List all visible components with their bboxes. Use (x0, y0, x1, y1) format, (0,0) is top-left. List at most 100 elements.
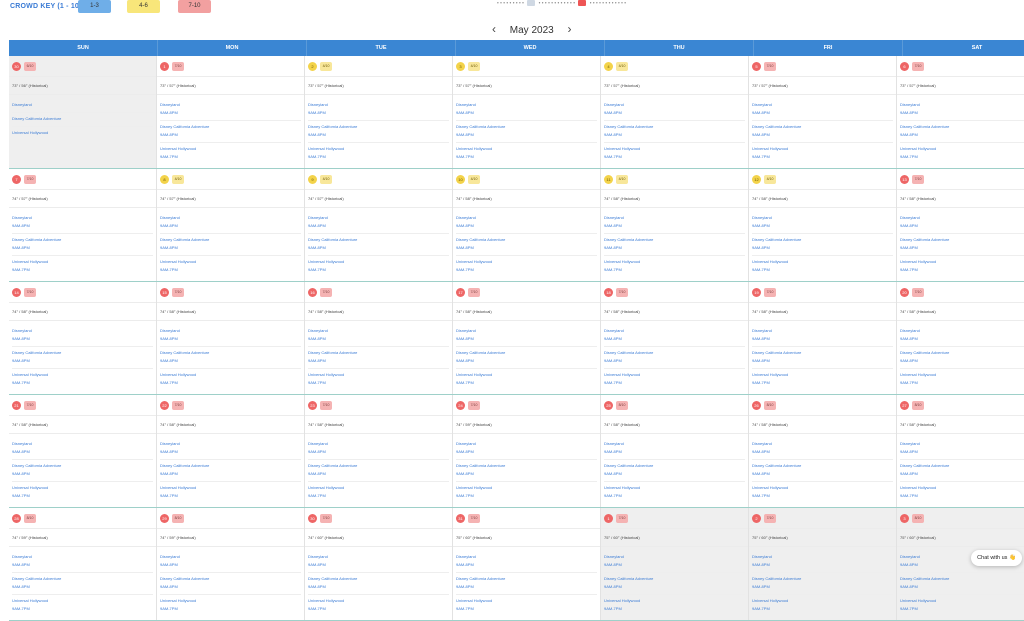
park-name-link[interactable]: Disney California Adventure (752, 575, 893, 583)
calendar-day[interactable]: 16 7/10 74° / 58° (Historical) Disneyland 9A… (305, 282, 453, 394)
park-name-link[interactable]: Disney California Adventure (456, 123, 597, 131)
chat-button[interactable]: Chat with us 👋 (971, 550, 1022, 566)
park-name-link[interactable]: Universal Hollywood (900, 484, 1024, 492)
park-name-link[interactable]: Universal Hollywood (604, 597, 745, 605)
park-name-link[interactable]: Universal Hollywood (12, 484, 153, 492)
park-name-link[interactable]: Universal Hollywood (604, 145, 745, 153)
calendar-day[interactable]: 3 4/10 73° / 57° (Historical) Disneyland 9AM… (453, 56, 601, 168)
park-name-link[interactable]: Disney California Adventure (604, 462, 745, 470)
park-name-link[interactable]: Universal Hollywood (752, 258, 893, 266)
park-name-link[interactable]: Disneyland (604, 440, 745, 448)
park-name-link[interactable]: Disneyland (308, 440, 449, 448)
park-name-link[interactable]: Disney California Adventure (604, 349, 745, 357)
calendar-day[interactable]: 21 7/10 74° / 58° (Historical) Disneyland 9A… (9, 395, 157, 507)
park-name-link[interactable]: Disney California Adventure (456, 349, 597, 357)
calendar-day[interactable]: 14 7/10 74° / 58° (Historical) Disneyland 9A… (9, 282, 157, 394)
calendar-day[interactable]: 4 4/10 73° / 57° (Historical) Disneyland 9AM… (601, 56, 749, 168)
calendar-day[interactable]: 11 4/10 74° / 58° (Historical) Disneyland 9A… (601, 169, 749, 281)
calendar-day[interactable]: 29 8/10 74° / 59° (Historical) Disneyland 9A… (157, 508, 305, 620)
calendar-day[interactable]: 10 4/10 74° / 58° (Historical) Disneyland 9A… (453, 169, 601, 281)
park-name-link[interactable]: Disney California Adventure (308, 349, 449, 357)
park-name-link[interactable]: Universal Hollywood (12, 371, 153, 379)
park-name-link[interactable]: Disneyland (604, 327, 745, 335)
calendar-day[interactable]: 30 6/10 73° / 56° (Historical) Disneyland Di… (9, 56, 157, 168)
park-name-link[interactable]: Universal Hollywood (900, 145, 1024, 153)
park-name-link[interactable]: Disneyland (456, 214, 597, 222)
park-name-link[interactable]: Disneyland (160, 327, 301, 335)
park-name-link[interactable]: Disneyland (12, 327, 153, 335)
park-name-link[interactable]: Disney California Adventure (456, 236, 597, 244)
calendar-day[interactable]: 26 8/10 74° / 58° (Historical) Disneyland 9A… (749, 395, 897, 507)
park-name-link[interactable]: Universal Hollywood (308, 597, 449, 605)
park-name-link[interactable]: Disney California Adventure (900, 236, 1024, 244)
park-name-link[interactable]: Universal Hollywood (160, 484, 301, 492)
park-name-link[interactable]: Disney California Adventure (308, 462, 449, 470)
park-name-link[interactable]: Disneyland (160, 440, 301, 448)
calendar-day[interactable]: 1 7/10 75° / 60° (Historical) Disneyland 9AM… (601, 508, 749, 620)
calendar-day[interactable]: 1 7/10 73° / 57° (Historical) Disneyland 9AM… (157, 56, 305, 168)
prev-month-icon[interactable]: ‹ (489, 21, 499, 37)
park-name-link[interactable]: Disney California Adventure (900, 123, 1024, 131)
park-name-link[interactable]: Disney California Adventure (160, 462, 301, 470)
park-name-link[interactable]: Disney California Adventure (752, 236, 893, 244)
calendar-day[interactable]: 19 7/10 74° / 58° (Historical) Disneyland 9A… (749, 282, 897, 394)
park-name-link[interactable]: Universal Hollywood (900, 258, 1024, 266)
park-name-link[interactable]: Universal Hollywood (456, 597, 597, 605)
park-name-link[interactable]: Disney California Adventure (160, 123, 301, 131)
park-name-link[interactable]: Disneyland (456, 440, 597, 448)
park-name-link[interactable]: Disneyland (456, 553, 597, 561)
park-name-link[interactable]: Disney California Adventure (604, 236, 745, 244)
calendar-day[interactable]: 2 4/10 73° / 57° (Historical) Disneyland 9AM… (305, 56, 453, 168)
park-name-link[interactable]: Disneyland (752, 553, 893, 561)
calendar-day[interactable]: 23 7/10 74° / 58° (Historical) Disneyland 9A… (305, 395, 453, 507)
park-name-link[interactable]: Disney California Adventure (752, 123, 893, 131)
park-name-link[interactable]: Disneyland (604, 101, 745, 109)
park-name-link[interactable]: Disney California Adventure (752, 462, 893, 470)
calendar-day[interactable]: 31 7/10 75° / 60° (Historical) Disneyland 9A… (453, 508, 601, 620)
calendar-day[interactable]: 30 7/10 74° / 60° (Historical) Disneyland 9A… (305, 508, 453, 620)
park-name-link[interactable]: Universal Hollywood (308, 484, 449, 492)
park-name-link[interactable]: Disney California Adventure (308, 236, 449, 244)
park-name-link[interactable]: Universal Hollywood (604, 484, 745, 492)
park-name-link[interactable]: Disney California Adventure (900, 462, 1024, 470)
park-name-link[interactable]: Disneyland (12, 440, 153, 448)
park-name-link[interactable]: Universal Hollywood (456, 258, 597, 266)
park-name-link[interactable]: Universal Hollywood (900, 371, 1024, 379)
park-name-link[interactable]: Universal Hollywood (308, 371, 449, 379)
calendar-day[interactable]: 15 7/10 74° / 58° (Historical) Disneyland 9A… (157, 282, 305, 394)
park-name-link[interactable]: Disneyland (752, 214, 893, 222)
park-name-link[interactable]: Universal Hollywood (752, 484, 893, 492)
park-name-link[interactable]: Disney California Adventure (308, 123, 449, 131)
park-name-link[interactable]: Disney California Adventure (456, 462, 597, 470)
calendar-day[interactable]: 28 8/10 74° / 59° (Historical) Disneyland 9A… (9, 508, 157, 620)
park-name-link[interactable]: Disneyland (308, 101, 449, 109)
park-name-link[interactable]: Universal Hollywood (752, 371, 893, 379)
calendar-day[interactable]: 5 7/10 73° / 57° (Historical) Disneyland 9AM… (749, 56, 897, 168)
park-name-link[interactable]: Disney California Adventure (604, 123, 745, 131)
park-name-link[interactable]: Disneyland (12, 101, 153, 109)
calendar-day[interactable]: 20 7/10 74° / 58° (Historical) Disneyland 9A… (897, 282, 1024, 394)
park-name-link[interactable]: Universal Hollywood (752, 597, 893, 605)
park-name-link[interactable]: Disneyland (308, 214, 449, 222)
park-name-link[interactable]: Universal Hollywood (160, 145, 301, 153)
park-name-link[interactable]: Disney California Adventure (12, 462, 153, 470)
park-name-link[interactable]: Disneyland (456, 101, 597, 109)
park-name-link[interactable]: Disney California Adventure (160, 575, 301, 583)
calendar-day[interactable]: 12 4/10 74° / 58° (Historical) Disneyland 9A… (749, 169, 897, 281)
park-name-link[interactable]: Disney California Adventure (160, 236, 301, 244)
park-name-link[interactable]: Disneyland (752, 327, 893, 335)
park-name-link[interactable]: Universal Hollywood (12, 597, 153, 605)
park-name-link[interactable]: Disneyland (12, 553, 153, 561)
park-name-link[interactable]: Universal Hollywood (456, 371, 597, 379)
park-name-link[interactable]: Universal Hollywood (308, 145, 449, 153)
park-name-link[interactable]: Disney California Adventure (900, 575, 1024, 583)
park-name-link[interactable]: Universal Hollywood (160, 371, 301, 379)
park-name-link[interactable]: Universal Hollywood (604, 258, 745, 266)
calendar-day[interactable]: 9 4/10 74° / 57° (Historical) Disneyland 9AM… (305, 169, 453, 281)
park-name-link[interactable]: Universal Hollywood (12, 129, 153, 137)
calendar-day[interactable]: 7 7/10 74° / 57° (Historical) Disneyland 9AM… (9, 169, 157, 281)
calendar-day[interactable]: 25 8/10 74° / 58° (Historical) Disneyland 9A… (601, 395, 749, 507)
park-name-link[interactable]: Disney California Adventure (456, 575, 597, 583)
park-name-link[interactable]: Disney California Adventure (752, 349, 893, 357)
calendar-day[interactable]: 17 7/10 74° / 58° (Historical) Disneyland 9A… (453, 282, 601, 394)
